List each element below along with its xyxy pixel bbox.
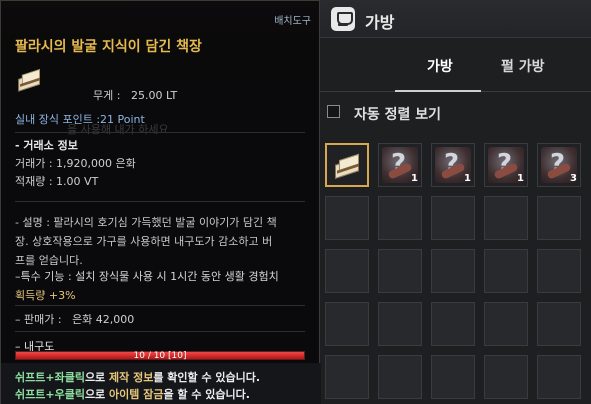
inventory-slot-empty[interactable] — [431, 196, 475, 240]
sell-price: – 판매가 : 은화 42,000 — [15, 313, 135, 326]
inventory-slot-empty[interactable] — [484, 355, 528, 399]
deco-points: 실내 장식 포인트 :21 Point — [15, 113, 145, 126]
inventory-header: 가방 — [319, 0, 591, 38]
item-name: 팔라시의 발굴 지식이 담긴 책장 — [15, 39, 202, 55]
bookshelf-icon — [18, 68, 41, 92]
bag-icon — [331, 7, 355, 31]
inventory-slot-empty[interactable] — [484, 249, 528, 293]
inventory-title: 가방 — [365, 13, 395, 32]
hint-craft-info: 쉬프트+좌클릭으로 제작 정보를 확인할 수 있습니다. — [15, 371, 261, 384]
durability-text: 10 / 10 [10] — [133, 351, 187, 361]
item-category: 배치도구 — [274, 16, 311, 27]
inventory-slot-empty[interactable] — [378, 196, 422, 240]
trade-title: - 거래소 정보 — [15, 139, 78, 152]
inventory-slot-empty[interactable] — [378, 249, 422, 293]
inventory-slot-1[interactable] — [325, 143, 369, 187]
inventory-slot-empty[interactable] — [431, 355, 475, 399]
slot-count: 1 — [411, 173, 418, 184]
inventory-slot-empty[interactable] — [537, 249, 581, 293]
divider — [15, 132, 305, 133]
inventory-slot-empty[interactable] — [431, 302, 475, 346]
inventory-slot-empty[interactable] — [325, 196, 369, 240]
inventory-slot-empty[interactable] — [325, 249, 369, 293]
item-description: - 설명 : 팔라시의 호기심 가득했던 발굴 이야기가 담긴 책 장. 상호작… — [15, 216, 277, 267]
slot-count: 1 — [464, 173, 471, 184]
inventory-slot-empty[interactable] — [537, 355, 581, 399]
autosort-label: 자동 정렬 보기 — [354, 107, 442, 123]
bookshelf-icon — [335, 153, 361, 179]
item-tooltip: 배치도구 팔라시의 발굴 지식이 담긴 책장 무게 : 25.00 LT 을 사… — [0, 0, 321, 404]
trade-load: 적재량 : 1.00 VT — [15, 175, 99, 188]
inventory-slot-empty[interactable] — [484, 302, 528, 346]
inventory-slot-5[interactable]: ? 3 — [537, 143, 581, 187]
special-function: –특수 기능 : 설치 장식물 사용 시 1시간 동안 생활 경험치 획득량 +… — [15, 270, 279, 302]
tab-bag[interactable]: 가방 — [427, 56, 453, 76]
divider — [15, 305, 305, 306]
inventory-slot-empty[interactable] — [325, 302, 369, 346]
slot-count: 1 — [517, 173, 524, 184]
inventory-tabs: 가방 펄 가방 — [319, 38, 591, 92]
hint-item-lock: 쉬프트+우클릭으로 아이템 잠금을 할 수 있습니다. — [15, 388, 250, 401]
durability-bar: 10 / 10 [10] — [15, 351, 305, 361]
autosort-checkbox[interactable] — [327, 105, 340, 118]
inventory-slot-empty[interactable] — [325, 355, 369, 399]
divider — [15, 201, 305, 202]
tab-pearl-bag[interactable]: 펄 가방 — [501, 56, 545, 76]
item-icon — [15, 67, 45, 93]
inventory-slot-4[interactable]: ? 1 — [484, 143, 528, 187]
inventory-slot-empty[interactable] — [431, 249, 475, 293]
inventory-panel: 가방 가방 펄 가방 자동 정렬 보기 ? 1 ? 1 ? 1 ? 3 — [318, 0, 591, 404]
slot-count: 3 — [570, 173, 577, 184]
inventory-slot-3[interactable]: ? 1 — [431, 143, 475, 187]
inventory-slot-empty[interactable] — [378, 302, 422, 346]
active-tab-indicator — [395, 90, 481, 92]
divider — [15, 331, 305, 332]
inventory-slot-empty[interactable] — [484, 196, 528, 240]
inventory-slot-empty[interactable] — [537, 302, 581, 346]
inventory-slot-2[interactable]: ? 1 — [378, 143, 422, 187]
trade-price: 거래가 : 1,920,000 은화 — [15, 157, 136, 170]
inventory-slot-empty[interactable] — [537, 196, 581, 240]
item-weight: 무게 : 25.00 LT — [93, 89, 178, 102]
inventory-slot-empty[interactable] — [378, 355, 422, 399]
